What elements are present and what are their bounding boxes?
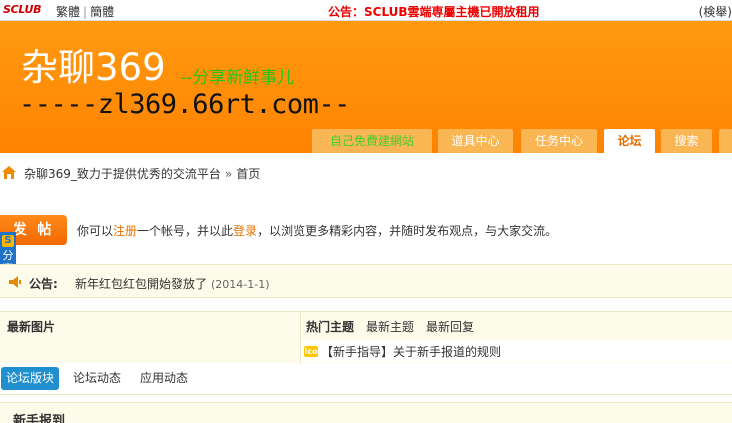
content-panels: 最新图片 热门主题 最新主题 最新回复 ico 【新手指导】关于新手报道的规则 [0, 311, 732, 364]
login-link[interactable]: 登录 [233, 224, 257, 238]
section-title[interactable]: 新手报到 [13, 410, 65, 423]
topic-link[interactable]: 【新手指导】关于新手报道的规则 [321, 343, 501, 360]
latest-images-title: 最新图片 [7, 320, 56, 334]
lang-simplified-link[interactable]: 簡體 [90, 5, 114, 19]
topic-badge-icon: ico [304, 346, 318, 357]
topic-tabs: 热门主题 最新主题 最新回复 [306, 318, 486, 335]
speaker-icon [9, 276, 21, 288]
site-url: -----zl369.66rt.com-- [19, 89, 350, 120]
announcement-label: 公告: [29, 277, 58, 291]
home-icon[interactable] [2, 166, 16, 179]
report-link[interactable]: (検舉) [699, 3, 732, 20]
nav-item-forum[interactable]: 论坛 [604, 129, 655, 153]
tab-forum-activity[interactable]: 论坛动态 [68, 367, 126, 390]
breadcrumb-trail: 杂聊369_致力于提供优秀的交流平台» 首页 [24, 165, 260, 182]
tab-app-activity[interactable]: 应用动态 [135, 367, 193, 390]
announcement-link[interactable]: 新年红包红包開始發放了 (2014-1-1) [75, 275, 270, 292]
top-bar: SCLUB 繁體 | 簡體 公告：SCLUB雲端専屬主機已開放租用 (検舉) [0, 0, 732, 21]
lang-separator: | [83, 5, 88, 19]
share-label-1: 分 [2, 249, 14, 262]
top-notice-link[interactable]: 公告：SCLUB雲端専屬主機已開放租用 [328, 3, 540, 20]
nav-item-tasks[interactable]: 任务中心 [521, 129, 597, 153]
announcement-date: (2014-1-1) [211, 278, 270, 291]
breadcrumb-site-link[interactable]: 杂聊369_致力于提供优秀的交流平台 [24, 167, 221, 181]
site-header: 杂聊369 --分享新鲜事儿 -----zl369.66rt.com-- 自己免… [0, 21, 732, 153]
nav-item-props[interactable]: 道具中心 [438, 129, 513, 153]
breadcrumb-current: 首页 [236, 167, 261, 181]
welcome-prefix: 你可以 [77, 224, 114, 238]
list-item: ico 【新手指导】关于新手报道的规则 [301, 340, 732, 362]
welcome-middle: 一个帐号，并以此 [137, 224, 234, 238]
tab-hot-topics[interactable]: 热门主题 [306, 320, 354, 334]
nav-item-free-site[interactable]: 自己免費建網站 [312, 129, 432, 153]
tab-latest-replies[interactable]: 最新回复 [426, 320, 474, 334]
tabs-divider [0, 394, 732, 395]
welcome-suffix: ，以浏览更多精彩内容，并随时发布观点，与大家交流。 [257, 224, 558, 238]
site-slogan: --分享新鲜事儿 [180, 68, 295, 88]
tab-forum-boards[interactable]: 论坛版块 [1, 367, 60, 390]
share-logo-icon: S [2, 235, 14, 247]
tab-latest-topics[interactable]: 最新主题 [366, 320, 414, 334]
breadcrumb-separator: » [224, 167, 233, 181]
forum-section-header: 新手报到 [0, 402, 732, 423]
announcement-bar: 公告: 新年红包红包開始發放了 (2014-1-1) [0, 264, 732, 298]
site-title[interactable]: 杂聊369 [21, 49, 166, 86]
sclub-logo[interactable]: SCLUB [3, 3, 42, 16]
language-switcher: 繁體 | 簡體 [56, 3, 114, 20]
announcement-text[interactable]: 新年红包红包開始發放了 [75, 277, 207, 291]
nav-item-search[interactable]: 搜索 [661, 129, 712, 153]
lang-traditional-link[interactable]: 繁體 [56, 5, 80, 19]
welcome-message: 你可以注册一个帐号，并以此登录，以浏览更多精彩内容，并随时发布观点，与大家交流。 [77, 222, 557, 239]
nav-item-more[interactable] [719, 129, 732, 153]
register-link[interactable]: 注册 [113, 224, 137, 238]
